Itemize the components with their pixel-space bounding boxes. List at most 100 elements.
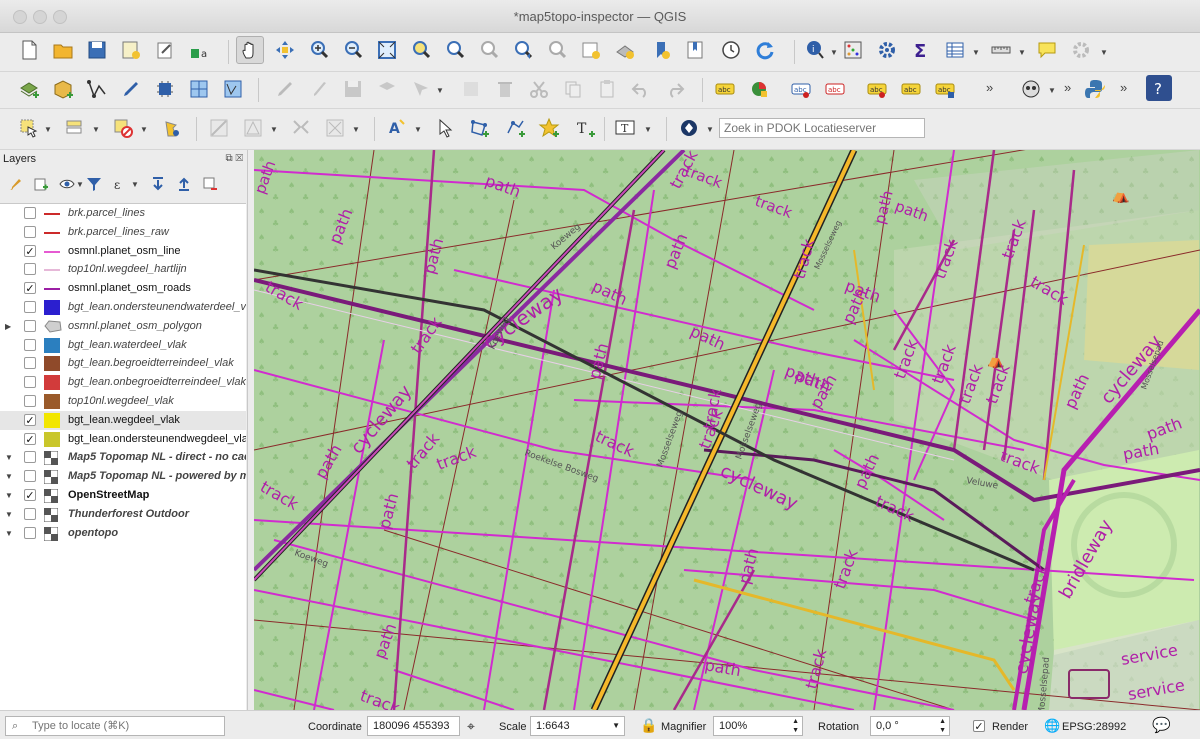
layer-visibility-checkbox[interactable] xyxy=(24,357,36,370)
identify-dropdown-arrow[interactable]: ▼ xyxy=(830,48,838,57)
layer-visibility-checkbox[interactable]: ✓ xyxy=(24,413,36,427)
pan-map-button[interactable] xyxy=(236,36,264,64)
deselect-features-button[interactable] xyxy=(110,115,136,141)
vertex-tool-button[interactable] xyxy=(84,76,110,102)
zoom-to-layer-button[interactable] xyxy=(442,37,468,63)
add-polygon-annotation-button[interactable] xyxy=(466,115,492,141)
expand-arrow-icon[interactable]: ▼ xyxy=(5,505,13,524)
table-dropdown-arrow[interactable]: ▼ xyxy=(972,48,980,57)
modify-annotation-button[interactable] xyxy=(432,115,458,141)
attribute-table-button[interactable] xyxy=(840,37,866,63)
select-value-dropdown-arrow[interactable]: ▼ xyxy=(92,125,100,134)
zoom-last-button[interactable] xyxy=(510,37,536,63)
python-console-button[interactable] xyxy=(1082,76,1108,102)
layer-row[interactable]: ▶ osmnl.planet_osm_polygon xyxy=(0,317,246,336)
zoom-next-button[interactable] xyxy=(544,37,570,63)
expand-arrow-icon[interactable]: ▼ xyxy=(5,448,13,467)
plugin-dropdown-arrow[interactable]: ▼ xyxy=(1100,48,1108,57)
layer-visibility-checkbox[interactable]: ✓ xyxy=(24,489,36,502)
advanced-dropdown-arrow[interactable]: ▼ xyxy=(352,125,360,134)
layer-row[interactable]: ▼ Thunderforest Outdoor xyxy=(0,505,246,524)
delete-selected-button[interactable] xyxy=(492,76,518,102)
annotation-dropdown-arrow[interactable]: ▼ xyxy=(414,125,422,134)
select-by-polygon-button[interactable] xyxy=(220,76,246,102)
filter-legend-button[interactable] xyxy=(84,174,104,194)
add-line-annotation-button[interactable] xyxy=(502,115,528,141)
layout-manager-button[interactable] xyxy=(152,37,178,63)
layer-visibility-checkbox[interactable] xyxy=(24,225,36,238)
layer-visibility-checkbox[interactable] xyxy=(24,338,36,351)
digitize-curve-button[interactable] xyxy=(206,115,232,141)
layer-row[interactable]: bgt_lean.begroeidterreindeel_vlak xyxy=(0,354,246,373)
deselect-dropdown-arrow[interactable]: ▼ xyxy=(140,125,148,134)
new-3d-view-button[interactable] xyxy=(612,37,638,63)
open-project-button[interactable] xyxy=(50,37,76,63)
settings-button[interactable] xyxy=(874,37,900,63)
processing-button[interactable] xyxy=(152,76,178,102)
layer-visibility-checkbox[interactable] xyxy=(24,451,36,464)
refresh-button[interactable] xyxy=(752,37,778,63)
layer-row[interactable]: brk.parcel_lines xyxy=(0,204,246,223)
rotation-spinbox[interactable]: 0,0 ° ▲ ▼ xyxy=(870,716,950,736)
zoom-out-button[interactable] xyxy=(340,37,366,63)
pdok-locator-button[interactable] xyxy=(676,115,702,141)
layer-visibility-checkbox[interactable] xyxy=(24,207,36,219)
lock-scale-icon[interactable]: 🔒 xyxy=(640,717,657,734)
toolbar-overflow-2[interactable]: » xyxy=(986,80,993,95)
move-feature-dropdown-arrow[interactable]: ▼ xyxy=(436,86,444,95)
layer-row[interactable]: ▼ Map5 Topomap NL - powered by map5.nl xyxy=(0,467,246,486)
layer-visibility-checkbox[interactable]: ✓ xyxy=(24,432,36,446)
diagram-options-button[interactable] xyxy=(746,76,772,102)
pan-to-selection-button[interactable] xyxy=(272,37,298,63)
save-project-button[interactable] xyxy=(84,37,110,63)
layer-row[interactable]: brk.parcel_lines_raw xyxy=(0,223,246,242)
filter-expression-button[interactable]: ε xyxy=(110,174,130,194)
style-manager-button[interactable]: a xyxy=(186,37,212,63)
expression-dropdown-arrow[interactable]: ▼ xyxy=(131,180,139,189)
expand-arrow-icon[interactable]: ▼ xyxy=(5,486,13,505)
copy-features-button[interactable] xyxy=(560,76,586,102)
remote-plugin-dropdown-arrow[interactable]: ▼ xyxy=(1048,86,1056,95)
visibility-dropdown-arrow[interactable]: ▼ xyxy=(76,180,84,189)
toggle-extents-icon[interactable]: ⌖ xyxy=(467,718,475,735)
layer-row[interactable]: top10nl.wegdeel_vlak xyxy=(0,392,246,411)
shape-dropdown-arrow[interactable]: ▼ xyxy=(270,125,278,134)
layer-visibility-checkbox[interactable] xyxy=(24,376,36,389)
add-layer-button[interactable] xyxy=(16,76,42,102)
expand-arrow-icon[interactable]: ▶ xyxy=(5,317,11,336)
crs-globe-icon[interactable]: 🌐 xyxy=(1044,718,1060,734)
text-annotation-button[interactable]: A xyxy=(384,115,410,141)
undo-button[interactable] xyxy=(628,76,654,102)
zoom-to-selection-button[interactable] xyxy=(408,37,434,63)
crs-button[interactable]: EPSG:28992 xyxy=(1062,721,1126,733)
text-tool-dropdown-arrow[interactable]: ▼ xyxy=(644,125,652,134)
layer-row[interactable]: ▼ Map5 Topomap NL - direct - no cache xyxy=(0,448,246,467)
pdok-locator-input[interactable] xyxy=(719,118,925,138)
toolbar-overflow-4[interactable]: » xyxy=(1120,80,1127,95)
close-panel-icon[interactable]: ☒ xyxy=(235,153,243,164)
layer-visibility-checkbox[interactable] xyxy=(24,319,36,332)
layer-row[interactable]: ✓ bgt_lean.wegdeel_vlak xyxy=(0,410,246,430)
layer-row[interactable]: ▼ ✓ OpenStreetMap xyxy=(0,486,246,505)
new-map-view-button[interactable] xyxy=(578,37,604,63)
new-project-button[interactable] xyxy=(16,37,42,63)
add-text-annotation-button[interactable]: T xyxy=(572,115,598,141)
new-bookmark-button[interactable] xyxy=(648,37,674,63)
rotate-label-button[interactable]: abc xyxy=(898,76,924,102)
select-by-value-button[interactable] xyxy=(62,115,88,141)
render-checkbox[interactable]: ✓ xyxy=(973,720,985,733)
map-canvas[interactable]: ♠ ♣ xyxy=(254,150,1200,710)
scale-combobox[interactable]: 1:6643 ▼ xyxy=(530,716,625,736)
shape-digitize-button[interactable] xyxy=(240,115,266,141)
remove-layer-button[interactable] xyxy=(200,174,220,194)
plugin-settings-button[interactable] xyxy=(1068,37,1094,63)
select-dropdown-arrow[interactable]: ▼ xyxy=(44,125,52,134)
redo-button[interactable] xyxy=(662,76,688,102)
select-features-button[interactable] xyxy=(16,115,42,141)
layer-row[interactable]: ▼ opentopo xyxy=(0,524,246,543)
locate-input[interactable] xyxy=(5,716,225,736)
open-table-button[interactable] xyxy=(942,37,968,63)
zoom-in-button[interactable] xyxy=(306,37,332,63)
multi-edit-button[interactable] xyxy=(458,76,484,102)
layer-labeling-button[interactable]: abc xyxy=(712,76,738,102)
